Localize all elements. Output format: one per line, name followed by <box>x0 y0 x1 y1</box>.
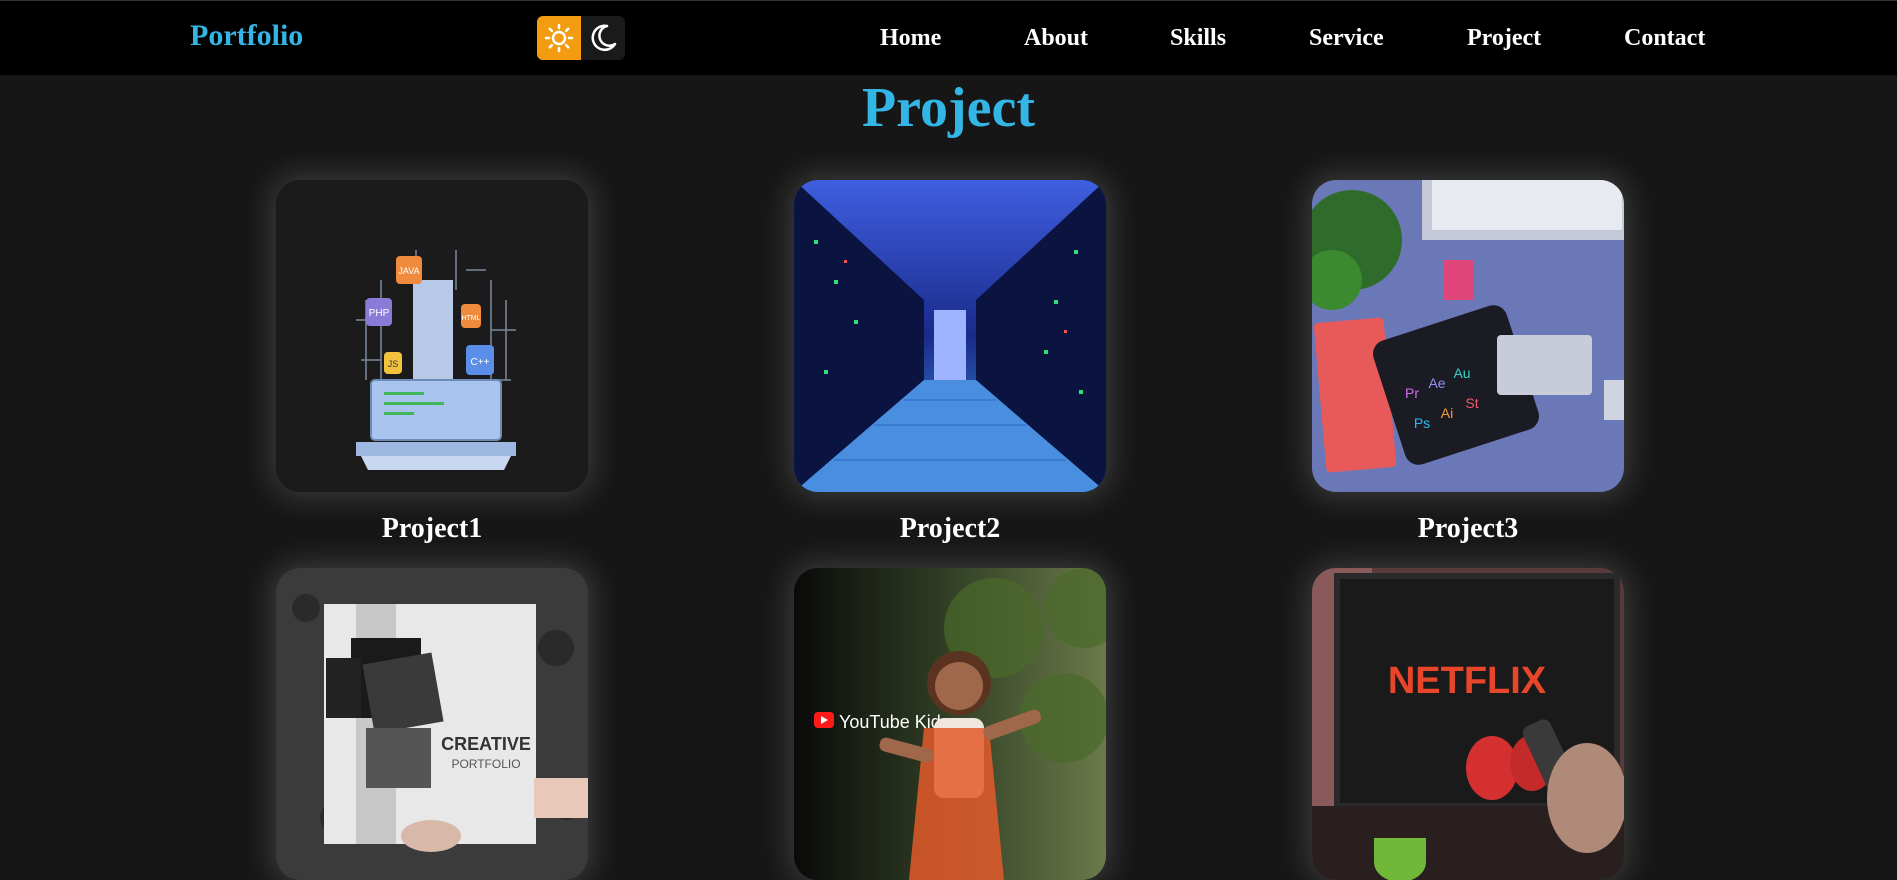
project-card-4[interactable]: CREATIVE PORTFOLIO <box>276 568 588 880</box>
project-card-6[interactable]: NETFLIX <box>1312 568 1624 880</box>
svg-text:Ai: Ai <box>1441 405 1453 421</box>
project-card-3[interactable]: Pr Ae Au Ps Ai St <box>1312 180 1624 492</box>
project-card-5[interactable]: YouTube Kids <box>794 568 1106 880</box>
project4-image: CREATIVE PORTFOLIO <box>276 568 588 880</box>
theme-toggle <box>537 16 625 60</box>
project2-label[interactable]: Project2 <box>794 513 1106 545</box>
light-mode-button[interactable] <box>537 16 581 60</box>
svg-text:JS: JS <box>388 359 399 369</box>
project3-label[interactable]: Project3 <box>1312 513 1624 545</box>
svg-text:St: St <box>1465 395 1478 411</box>
project-card-1[interactable]: JAVA PHP HTML JS C++ <box>276 180 588 492</box>
svg-text:Pr: Pr <box>1405 385 1419 401</box>
nav-skills[interactable]: Skills <box>1170 25 1226 52</box>
svg-text:NETFLIX: NETFLIX <box>1388 660 1547 702</box>
svg-text:PORTFOLIO: PORTFOLIO <box>451 757 520 771</box>
navbar: Portfolio Home About Skills Service Proj… <box>0 0 1897 75</box>
project1-image: JAVA PHP HTML JS C++ <box>276 180 588 492</box>
nav-project[interactable]: Project <box>1467 25 1541 52</box>
nav-home[interactable]: Home <box>880 25 941 52</box>
moon-icon <box>591 24 617 51</box>
dark-mode-button[interactable] <box>581 16 625 60</box>
project2-image <box>794 180 1106 492</box>
project-card-2[interactable] <box>794 180 1106 492</box>
logo[interactable]: Portfolio <box>190 19 303 53</box>
svg-text:CREATIVE: CREATIVE <box>441 734 531 754</box>
nav-service[interactable]: Service <box>1309 25 1384 52</box>
svg-text:Ps: Ps <box>1414 415 1430 431</box>
nav-about[interactable]: About <box>1024 25 1088 52</box>
svg-text:JAVA: JAVA <box>398 266 419 276</box>
svg-text:Au: Au <box>1453 365 1470 381</box>
project6-image: NETFLIX <box>1312 568 1624 880</box>
svg-text:Ae: Ae <box>1428 375 1445 391</box>
svg-text:HTML: HTML <box>461 315 480 322</box>
project1-label[interactable]: Project1 <box>276 513 588 545</box>
project5-image: YouTube Kids <box>794 568 1106 880</box>
sun-icon <box>544 23 574 53</box>
svg-text:PHP: PHP <box>369 308 390 319</box>
project3-image: Pr Ae Au Ps Ai St <box>1312 180 1624 492</box>
section-title: Project <box>861 77 1036 139</box>
svg-text:C++: C++ <box>471 357 490 368</box>
nav-contact[interactable]: Contact <box>1624 25 1705 52</box>
